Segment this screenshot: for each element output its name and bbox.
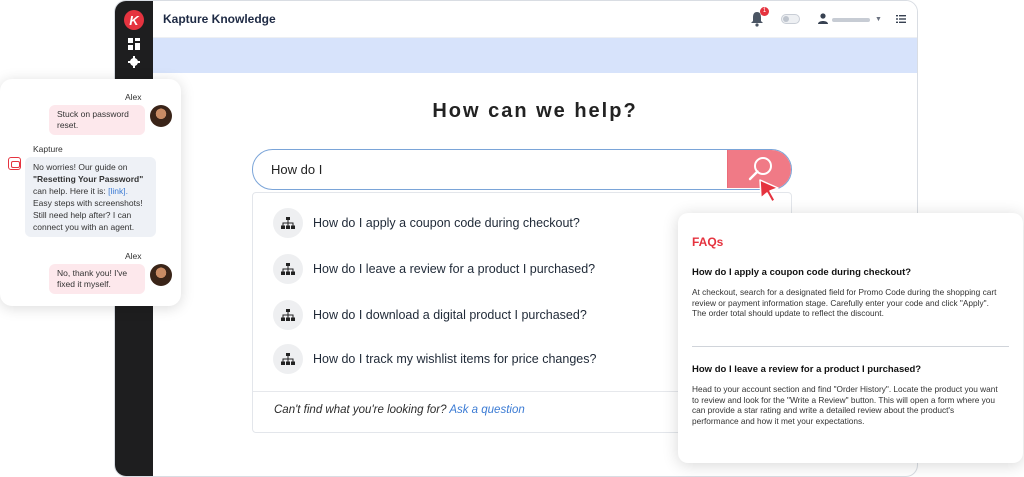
chat-sender-name: Alex (125, 92, 142, 102)
mouse-cursor-icon (759, 179, 779, 203)
suggestion-item[interactable]: How do I apply a coupon code during chec… (273, 208, 580, 238)
chat-user-bubble: No, thank you! I've fixed it myself. (49, 264, 145, 294)
bot-link[interactable]: [link]. (108, 186, 128, 196)
avatar (150, 105, 172, 127)
bot-text: can help. Here it is: (33, 186, 106, 196)
bot-icon (8, 157, 21, 170)
faq-question[interactable]: How do I leave a review for a product I … (692, 364, 1010, 375)
gear-icon[interactable] (128, 56, 140, 68)
suggestion-text: How do I apply a coupon code during chec… (313, 216, 580, 230)
avatar (150, 264, 172, 286)
stage: K Kapture Knowledge 1 ▼ How can we help?… (0, 0, 1024, 477)
suggestion-text: How do I download a digital product I pu… (313, 308, 587, 322)
faq-answer: At checkout, search for a designated fie… (692, 287, 997, 319)
suggestion-text: How do I track my wishlist items for pri… (313, 352, 597, 366)
sitemap-icon (273, 344, 303, 374)
suggestion-item[interactable]: How do I leave a review for a product I … (273, 254, 595, 284)
cant-find-text: Can't find what you're looking for? (274, 404, 447, 416)
kapture-logo[interactable]: K (124, 10, 144, 30)
notification-badge: 1 (760, 7, 769, 16)
cant-find-row: Can't find what you're looking for? Ask … (274, 404, 525, 416)
chat-sender-name: Alex (125, 251, 142, 261)
chat-card: Alex Stuck on password reset. Kapture No… (0, 79, 181, 306)
list-menu-icon[interactable] (896, 14, 906, 24)
faq-card: FAQs How do I apply a coupon code during… (678, 213, 1023, 463)
user-icon[interactable] (818, 13, 828, 24)
top-bar: Kapture Knowledge 1 ▼ (153, 1, 917, 38)
header-banner (153, 38, 917, 73)
bot-text: No worries! Our guide on (33, 162, 128, 172)
search-input[interactable] (253, 150, 728, 188)
chat-user-bubble: Stuck on password reset. (49, 105, 145, 135)
chat-bot-bubble: No worries! Our guide on "Resetting Your… (25, 157, 156, 237)
theme-toggle[interactable] (781, 14, 800, 24)
sitemap-icon (273, 300, 303, 330)
faq-title: FAQs (692, 235, 724, 249)
ask-question-link[interactable]: Ask a question (449, 404, 524, 416)
user-name-placeholder[interactable] (832, 18, 870, 22)
faq-question[interactable]: How do I apply a coupon code during chec… (692, 267, 1010, 278)
chat-sender-name: Kapture (33, 144, 63, 154)
suggestion-text: How do I leave a review for a product I … (313, 262, 596, 276)
faq-answer: Head to your account section and find "O… (692, 384, 998, 426)
page-title: How can we help? (432, 100, 638, 122)
chevron-down-icon[interactable]: ▼ (875, 16, 882, 23)
sitemap-icon (273, 254, 303, 284)
suggestion-item[interactable]: How do I download a digital product I pu… (273, 300, 587, 330)
suggestion-item[interactable]: How do I track my wishlist items for pri… (273, 344, 596, 374)
faq-divider (692, 346, 1009, 347)
app-title: Kapture Knowledge (163, 12, 276, 26)
bot-text: Easy steps with screenshots! Still need … (33, 198, 143, 232)
sitemap-icon (273, 208, 303, 238)
search-bar (252, 149, 792, 190)
bot-text-bold: "Resetting Your Password" (33, 174, 144, 184)
dashboard-icon[interactable] (128, 38, 140, 50)
